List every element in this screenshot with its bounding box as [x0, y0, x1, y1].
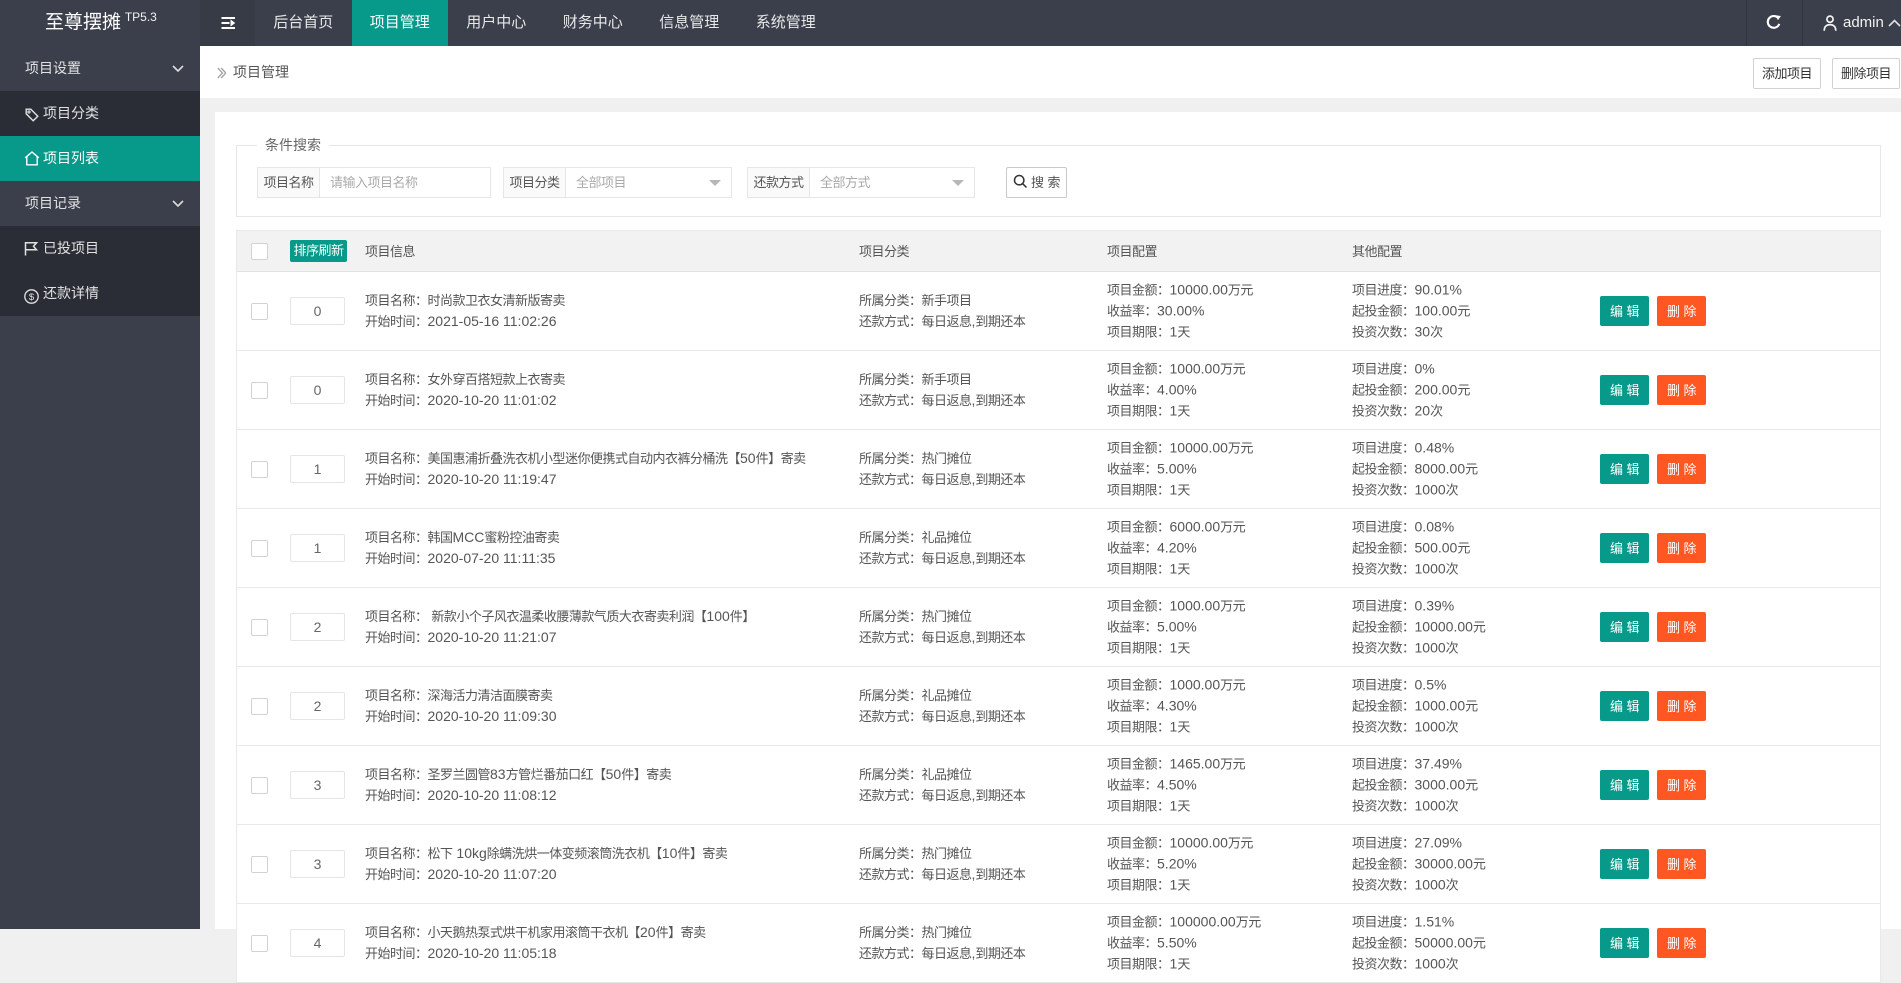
svg-text:$: $ [29, 292, 35, 303]
